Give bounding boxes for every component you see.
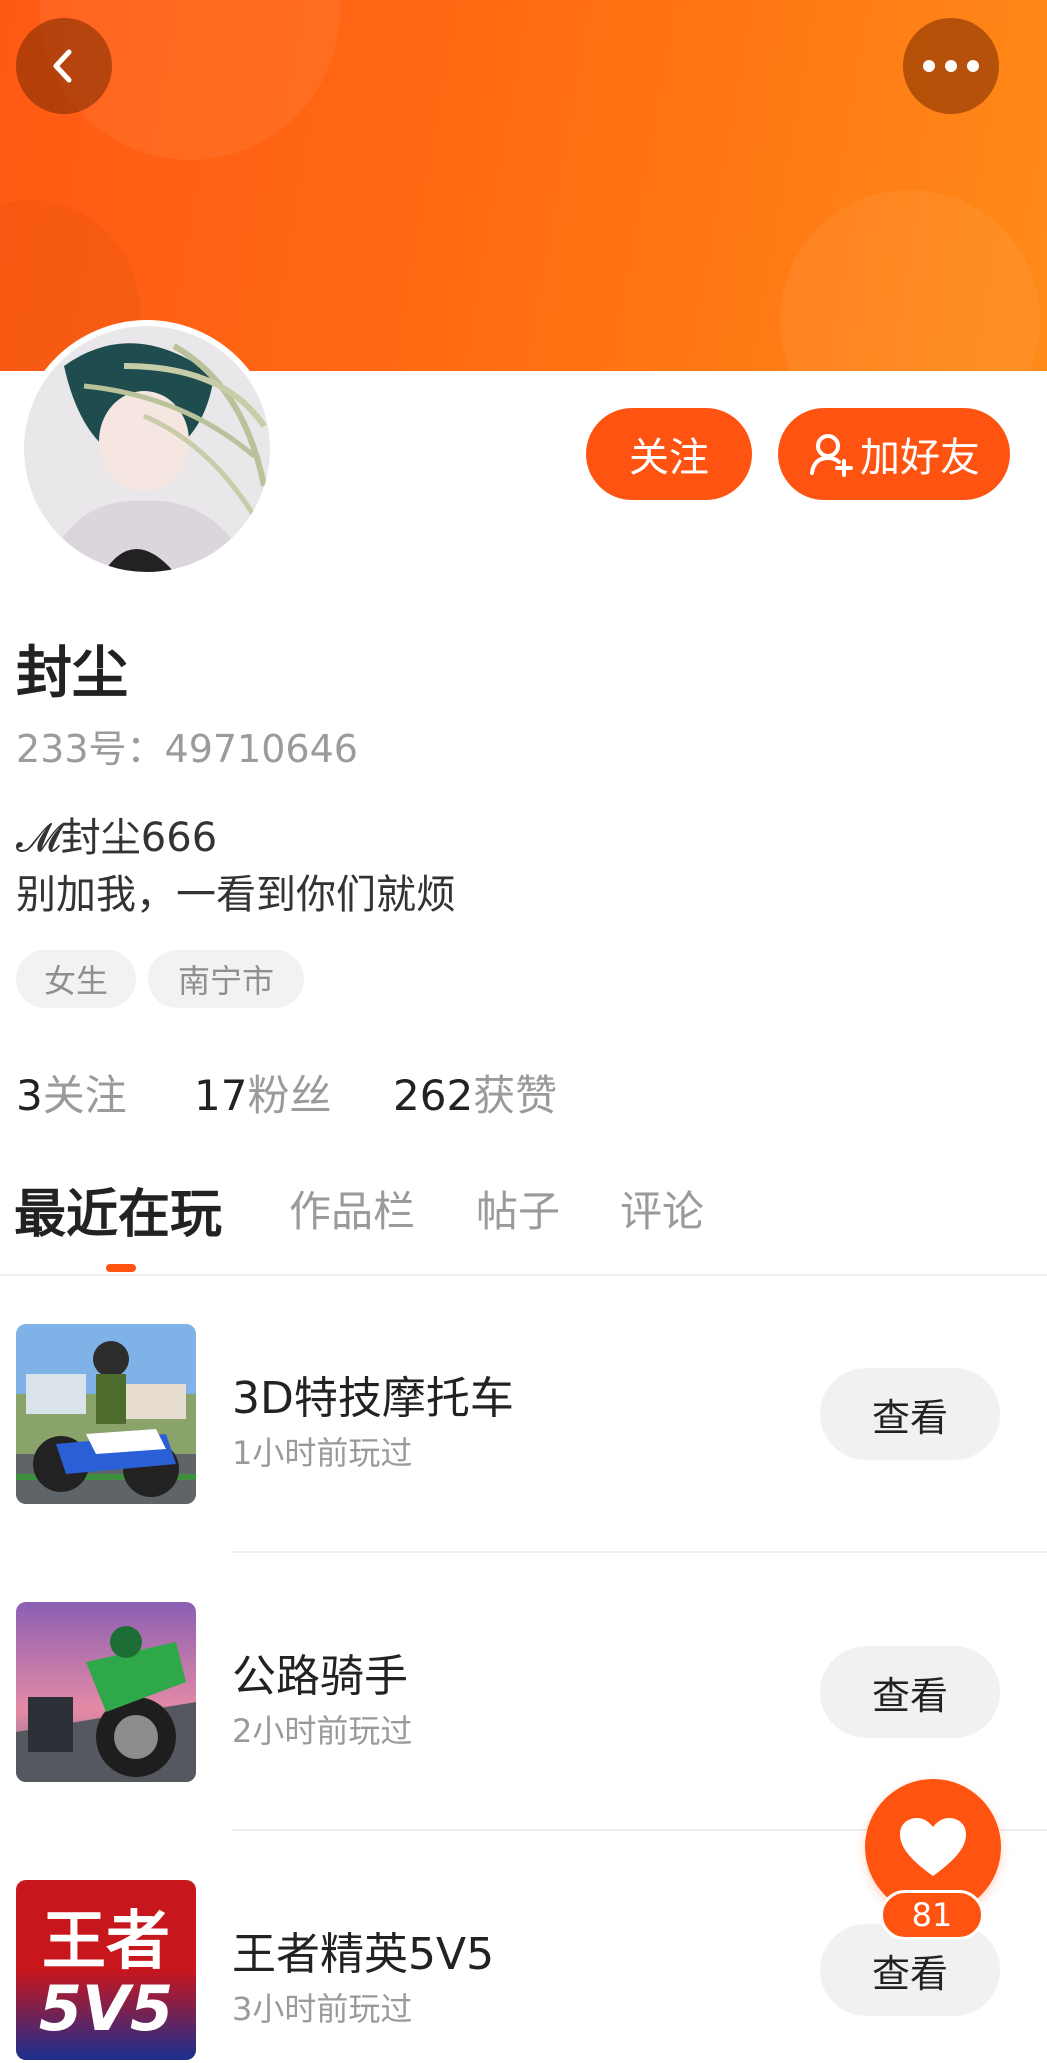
tab-works[interactable]: 作品栏	[289, 1178, 415, 1239]
tab-divider	[0, 1274, 1047, 1276]
more-button[interactable]	[903, 18, 999, 114]
more-dots-icon	[923, 60, 979, 72]
tab-recent-play[interactable]: 最近在玩	[14, 1172, 222, 1247]
avatar[interactable]	[18, 320, 276, 578]
game-thumbnail-text-bottom: 5V5	[38, 1972, 174, 2045]
profile-name: 封尘	[16, 641, 128, 706]
stat-fans[interactable]: 17粉丝	[194, 1062, 331, 1123]
stat-following-label: 关注	[42, 1071, 127, 1120]
avatar-image	[24, 326, 270, 572]
like-count-badge: 81	[880, 1890, 984, 1940]
tab-active-indicator	[106, 1264, 136, 1272]
stat-following-value: 3	[16, 1071, 43, 1120]
profile-bio-line1: 𝓜封尘666	[16, 815, 218, 861]
game-played-time: 2小时前玩过	[232, 1712, 413, 1750]
game-title: 公路骑手	[232, 1651, 408, 1702]
add-friend-button[interactable]: 加好友	[778, 408, 1010, 500]
game-title: 3D特技摩托车	[232, 1373, 514, 1424]
location-tag: 南宁市	[148, 950, 304, 1008]
profile-bio-line2: 别加我，一看到你们就烦	[16, 872, 456, 918]
profile-banner	[0, 0, 1047, 371]
add-friend-label: 加好友	[860, 435, 980, 481]
list-item[interactable]: 公路骑手 2小时前玩过 查看	[0, 1602, 1047, 1782]
stat-fans-value: 17	[194, 1071, 248, 1120]
game-thumbnail	[16, 1324, 196, 1504]
tab-posts[interactable]: 帖子	[476, 1178, 560, 1239]
profile-uid: 233号：49710646	[16, 727, 358, 771]
row-divider	[232, 1551, 1047, 1553]
game-thumbnail: 王者 5V5	[16, 1880, 196, 2060]
game-title: 王者精英5V5	[232, 1929, 495, 1980]
view-button[interactable]: 查看	[820, 1646, 1000, 1738]
game-played-time: 1小时前玩过	[232, 1434, 413, 1472]
follow-label: 关注	[629, 435, 709, 481]
tab-comments[interactable]: 评论	[620, 1178, 704, 1239]
game-thumbnail	[16, 1602, 196, 1782]
gender-tag: 女生	[16, 950, 136, 1008]
stat-likes-label: 获赞	[473, 1071, 558, 1120]
follow-button[interactable]: 关注	[586, 408, 752, 500]
stat-likes[interactable]: 262获赞	[393, 1062, 557, 1123]
view-button[interactable]: 查看	[820, 1368, 1000, 1460]
add-user-icon	[810, 434, 853, 477]
stat-following[interactable]: 3关注	[16, 1062, 127, 1123]
game-played-time: 3小时前玩过	[232, 1990, 413, 2028]
stat-fans-label: 粉丝	[247, 1071, 332, 1120]
chevron-left-icon	[53, 49, 72, 83]
list-item[interactable]: 3D特技摩托车 1小时前玩过 查看	[0, 1324, 1047, 1504]
heart-icon	[900, 1818, 966, 1876]
game-thumbnail-text-top: 王者	[42, 1905, 170, 1979]
back-button[interactable]	[16, 18, 112, 114]
stat-likes-value: 262	[393, 1071, 474, 1120]
